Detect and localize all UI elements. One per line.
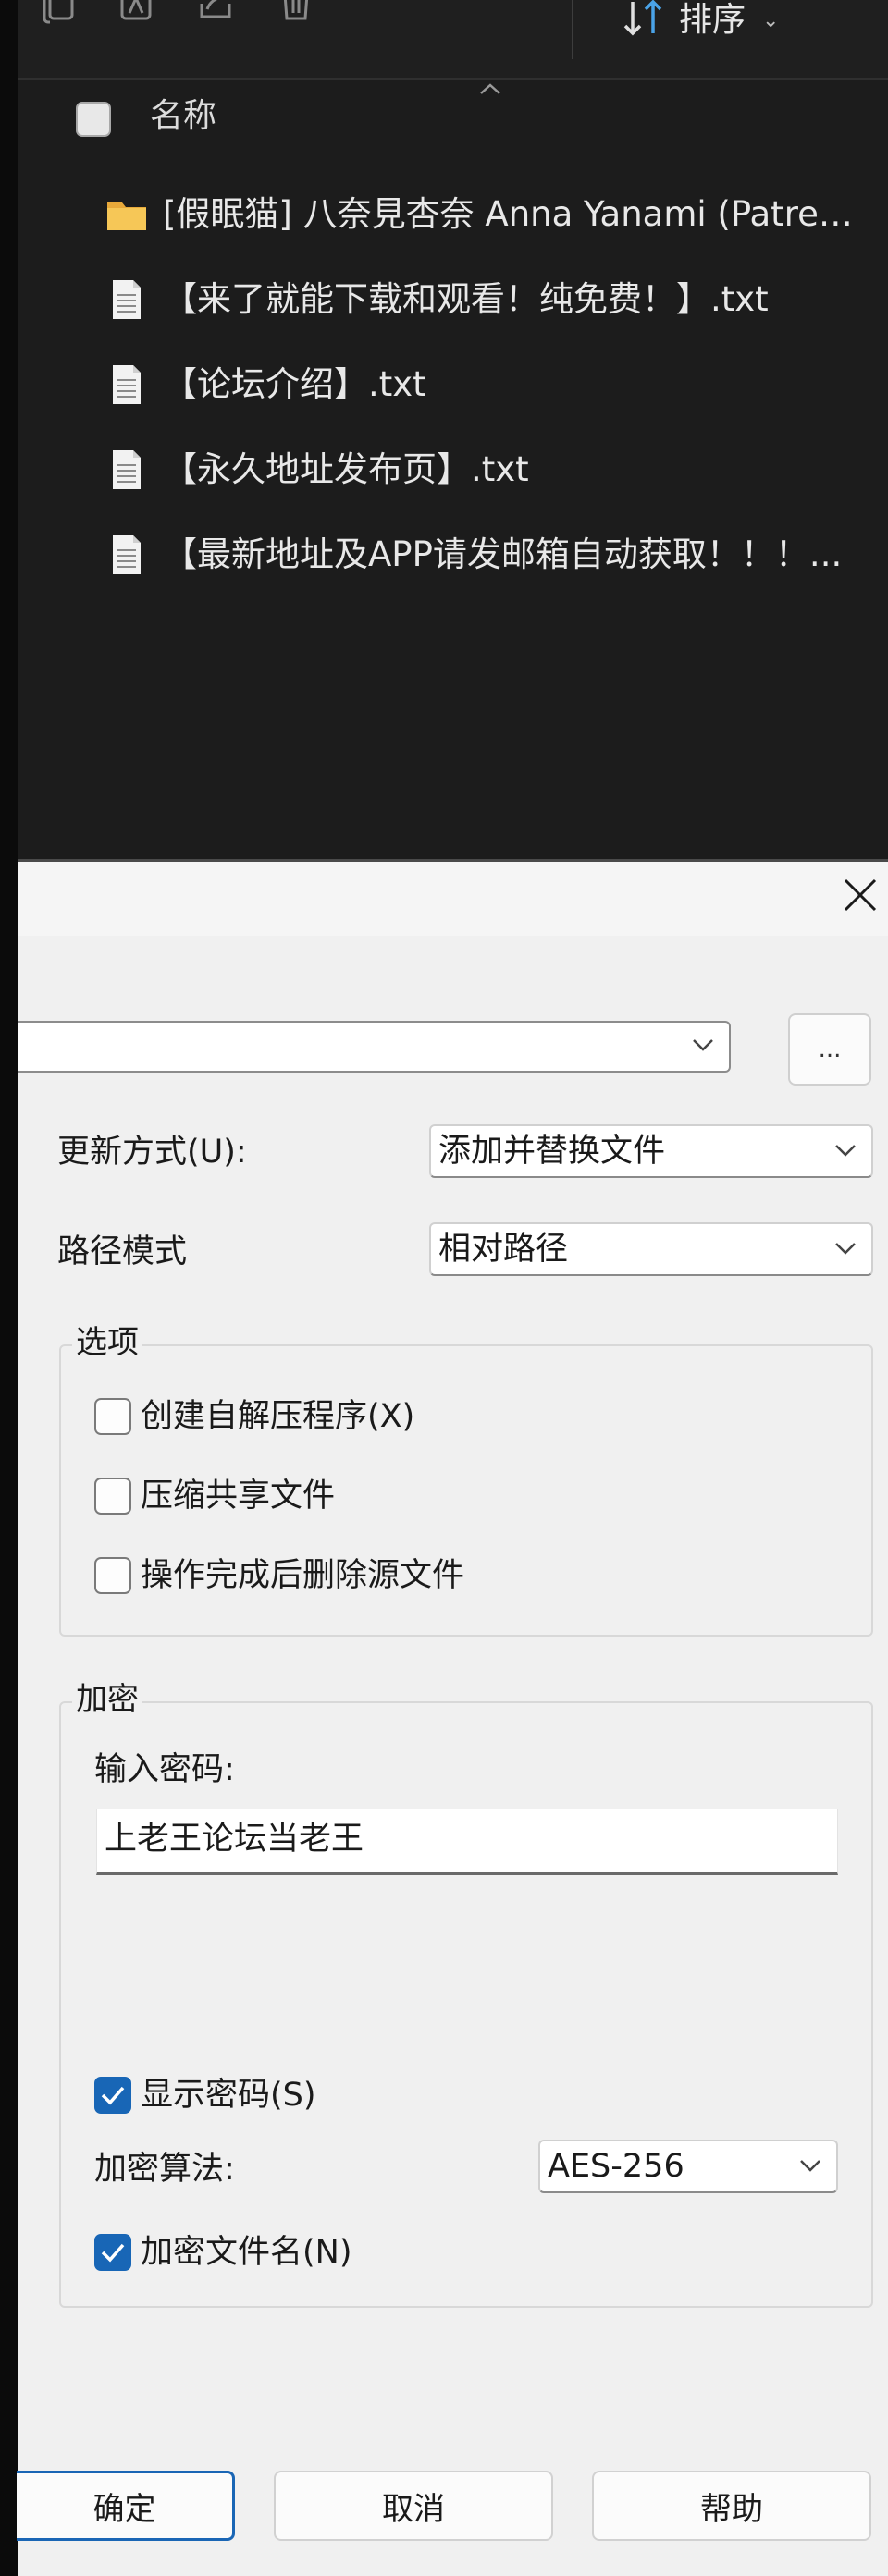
sort-label: 排序 <box>679 1 746 39</box>
sfx-checkbox[interactable] <box>94 1398 131 1435</box>
file-name: 【来了就能下载和观看！纯免费！】.txt <box>163 279 769 319</box>
dialog-titlebar <box>18 862 888 936</box>
update-mode-value: 添加并替换文件 <box>438 1133 666 1170</box>
file-row-folder[interactable]: [假眠猫] 八奈見杏奈 Anna Yanami (Patreo... <box>0 174 888 255</box>
column-header: 名称 <box>18 80 888 153</box>
copy-icon[interactable] <box>41 0 81 37</box>
encryption-method-select[interactable]: AES-256 <box>538 2140 838 2193</box>
chevron-down-icon <box>690 1034 716 1056</box>
left-window-edge <box>0 0 18 2576</box>
encryption-method-value: AES-256 <box>548 2148 684 2185</box>
sort-ascending-icon <box>480 83 500 94</box>
column-name[interactable]: 名称 <box>150 96 216 137</box>
chevron-down-icon <box>832 1237 858 1259</box>
encrypt-filenames-label: 加密文件名(N) <box>141 2234 352 2271</box>
folder-icon <box>105 193 148 236</box>
path-mode-label: 路径模式 <box>57 1233 188 1270</box>
file-name: 【永久地址发布页】.txt <box>163 449 529 489</box>
checkmark-icon <box>101 2086 125 2105</box>
select-all-checkbox[interactable] <box>76 102 111 137</box>
password-value: 上老王论坛当老王 <box>105 1821 364 1858</box>
text-file-icon <box>105 278 148 321</box>
share-label: 压缩共享文件 <box>141 1478 336 1515</box>
sfx-label: 创建自解压程序(X) <box>141 1398 415 1435</box>
encryption-group-title: 加密 <box>72 1679 142 1720</box>
encrypt-filenames-checkbox[interactable] <box>94 2234 131 2271</box>
toolbar-separator <box>572 0 574 59</box>
close-button[interactable] <box>842 875 879 915</box>
sort-arrows-icon <box>620 0 668 41</box>
update-mode-select[interactable]: 添加并替换文件 <box>429 1124 873 1178</box>
file-row[interactable]: 【永久地址发布页】.txt <box>0 429 888 510</box>
path-mode-value: 相对路径 <box>438 1231 569 1268</box>
explorer-toolbar: 排序 ⌄ <box>18 0 888 80</box>
sort-button[interactable]: 排序 ⌄ <box>620 0 779 41</box>
cancel-button[interactable]: 取消 <box>274 2471 553 2541</box>
text-file-icon <box>105 448 148 491</box>
checkmark-icon <box>101 2243 125 2263</box>
share-icon[interactable] <box>196 0 237 37</box>
file-name: [假眠猫] 八奈見杏奈 Anna Yanami (Patreo... <box>163 194 871 234</box>
chevron-down-icon <box>797 2154 823 2177</box>
path-mode-select[interactable]: 相对路径 <box>429 1222 873 1276</box>
chevron-down-icon: ⌄ <box>762 8 780 32</box>
archive-name-combo[interactable] <box>18 1021 731 1073</box>
file-row[interactable]: 【来了就能下载和观看！纯免费！】.txt <box>0 259 888 340</box>
close-icon <box>844 878 877 912</box>
ok-button[interactable]: 确定 <box>17 2471 235 2541</box>
rename-icon[interactable] <box>117 0 157 37</box>
file-row[interactable]: 【最新地址及APP请发邮箱自动获取！！！... <box>0 514 888 595</box>
file-row[interactable]: 【论坛介绍】.txt <box>0 344 888 425</box>
chevron-down-icon <box>832 1139 858 1161</box>
text-file-icon <box>105 534 148 576</box>
delete-source-checkbox[interactable] <box>94 1557 131 1594</box>
file-name: 【论坛介绍】.txt <box>163 364 426 404</box>
delete-icon[interactable] <box>276 0 316 37</box>
help-button[interactable]: 帮助 <box>592 2471 871 2541</box>
text-file-icon <box>105 363 148 406</box>
show-password-checkbox[interactable] <box>94 2077 131 2114</box>
encryption-method-label: 加密算法: <box>94 2151 235 2188</box>
update-mode-label: 更新方式(U): <box>57 1134 247 1171</box>
file-name: 【最新地址及APP请发邮箱自动获取！！！... <box>163 534 843 574</box>
password-input[interactable]: 上老王论坛当老王 <box>96 1809 838 1875</box>
show-password-label: 显示密码(S) <box>141 2077 316 2114</box>
share-checkbox[interactable] <box>94 1478 131 1515</box>
browse-button[interactable]: ... <box>788 1013 871 1086</box>
options-group-title: 选项 <box>72 1322 142 1363</box>
password-label: 输入密码: <box>94 1751 235 1788</box>
delete-source-label: 操作完成后删除源文件 <box>141 1557 465 1594</box>
encryption-group <box>59 1701 873 2308</box>
